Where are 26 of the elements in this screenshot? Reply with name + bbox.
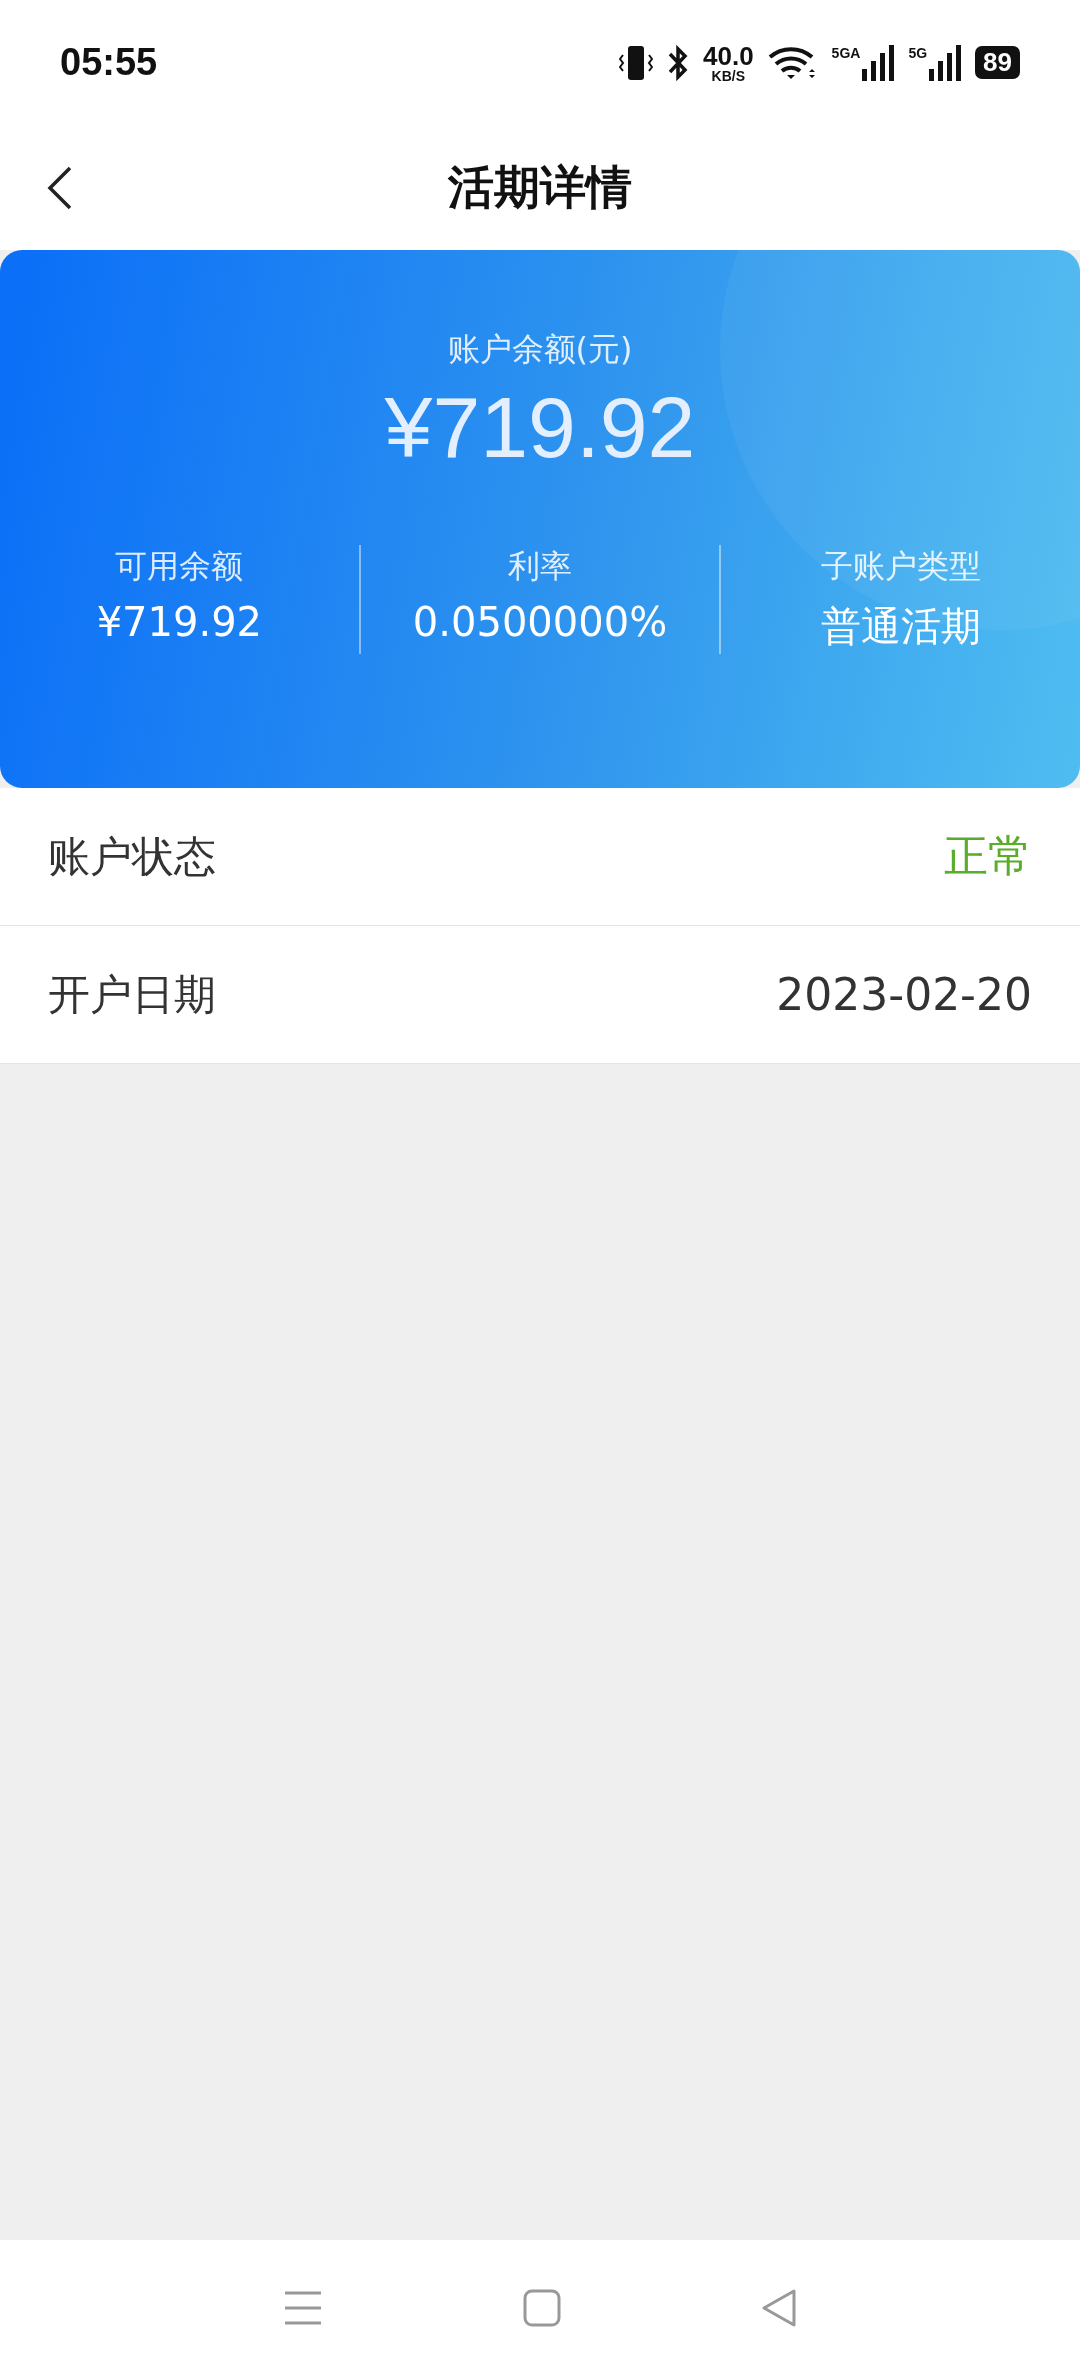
stat-label: 可用余额 <box>115 546 244 587</box>
row-label: 开户日期 <box>48 968 216 1021</box>
balance-label: 账户余额(元) <box>447 329 633 370</box>
network-label: 5GA <box>831 44 861 61</box>
stat-label: 利率 <box>508 546 572 587</box>
signal-icon <box>862 44 895 81</box>
balance-amount: ¥719.92 <box>384 378 696 477</box>
back-icon[interactable] <box>761 2288 797 2328</box>
bluetooth-icon <box>667 43 689 82</box>
stat-value: 0.0500000% <box>412 599 668 645</box>
signal-icon <box>929 44 962 81</box>
page-title: 活期详情 <box>448 158 632 216</box>
row-value: 正常 <box>944 829 1032 883</box>
stat-value: 普通活期 <box>820 602 981 651</box>
speed-unit: KB/S <box>711 68 745 83</box>
battery-level: 89 <box>975 46 1020 79</box>
menu-icon[interactable] <box>283 2290 323 2326</box>
row-value: 2023-02-20 <box>776 969 1032 1020</box>
status-time: 05:55 <box>60 41 158 84</box>
wifi-icon <box>767 44 818 81</box>
network-label: 5G <box>908 44 928 61</box>
network-speed: 40.0 <box>703 42 754 69</box>
stat-value: ¥719.92 <box>96 599 263 645</box>
stat-label: 子账户类型 <box>820 546 981 587</box>
row-label: 账户状态 <box>48 830 216 883</box>
home-icon[interactable] <box>523 2289 561 2327</box>
